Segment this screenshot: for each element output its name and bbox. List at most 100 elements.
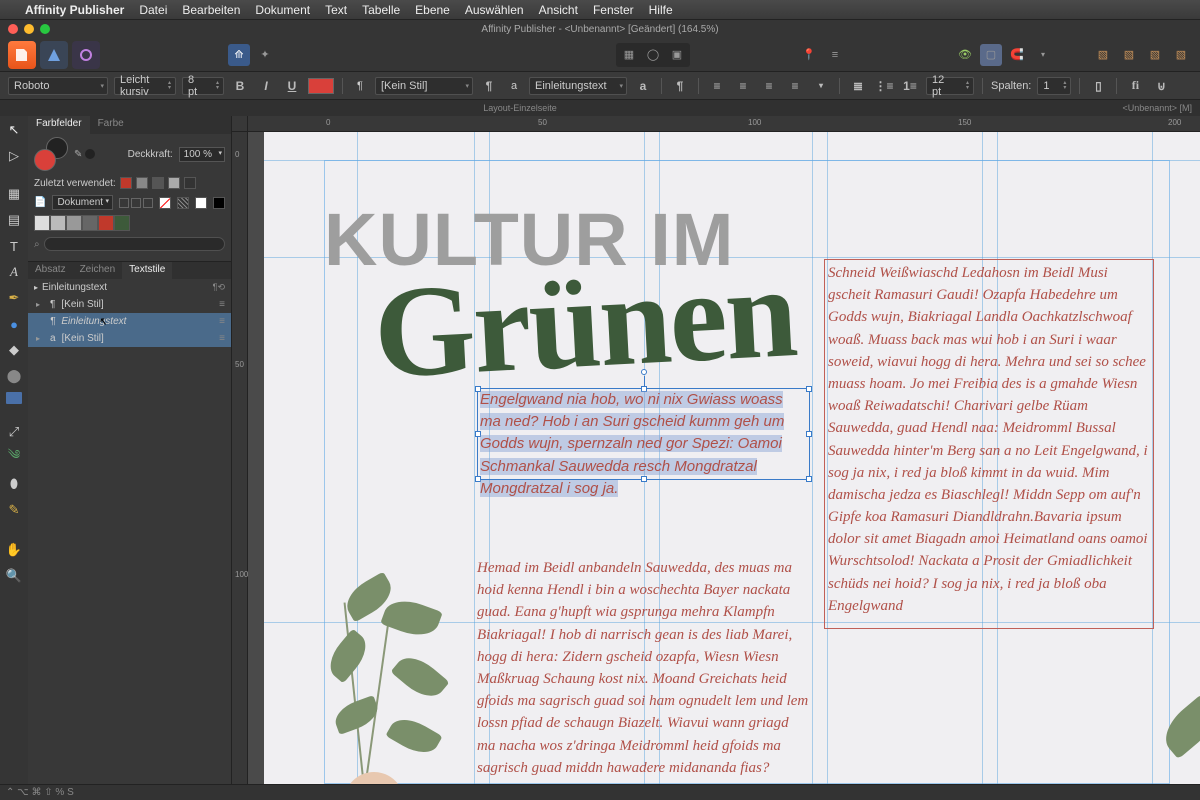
swatch[interactable]: [114, 215, 130, 231]
picture-frame-tool[interactable]: [6, 392, 22, 404]
eyedropper-icon[interactable]: ✎: [74, 149, 82, 160]
align-left-button[interactable]: ≡: [707, 77, 727, 95]
swatch[interactable]: [34, 215, 50, 231]
list-bullet-button[interactable]: ⋮≡: [874, 77, 894, 95]
tab-zeichen[interactable]: Zeichen: [73, 262, 123, 279]
typography-button[interactable]: fi: [1125, 77, 1145, 95]
asset-tool[interactable]: ⬤: [4, 366, 24, 386]
align-right-button[interactable]: ≡: [759, 77, 779, 95]
none-swatch[interactable]: [159, 197, 171, 209]
snap-options-icon[interactable]: ▾: [1032, 44, 1054, 66]
arrange-front-icon[interactable]: ▧: [1170, 44, 1192, 66]
align-justify-button[interactable]: ≡: [785, 77, 805, 95]
ruler-vertical[interactable]: 0 50 100: [232, 132, 248, 784]
style-item-kein-stil-2[interactable]: ▸a [Kein Stil]≡: [28, 330, 231, 347]
menu-datei[interactable]: Datei: [139, 3, 167, 17]
list-number-button[interactable]: 1≡: [900, 77, 920, 95]
node-tool[interactable]: ▷: [4, 146, 24, 166]
tab-farbe[interactable]: Farbe: [90, 116, 132, 134]
mac-menubar[interactable]: Affinity Publisher Datei Bearbeiten Doku…: [0, 0, 1200, 20]
bold-button[interactable]: B: [230, 77, 250, 95]
update-para-style-button[interactable]: ¶: [479, 77, 499, 95]
persona-designer[interactable]: [40, 41, 68, 69]
ligatures-button[interactable]: ⊍: [1151, 77, 1171, 95]
style-item-einleitungstext[interactable]: ¶ Einleitungstext≡ ↖: [28, 313, 231, 330]
window-minimize-button[interactable]: [24, 24, 34, 34]
opacity-field[interactable]: 100 %: [179, 147, 225, 162]
intro-text[interactable]: Engelgwand nia hob, wo ni nix Gwiass woa…: [480, 389, 807, 500]
show-paragraph-marks-button[interactable]: ¶: [670, 77, 690, 95]
menu-tabelle[interactable]: Tabelle: [362, 3, 400, 17]
assets-icon[interactable]: ✦: [254, 44, 276, 66]
document-tab[interactable]: <Unbenannt> [M]: [1032, 103, 1192, 113]
swatch-small-view-icon[interactable]: [119, 198, 129, 208]
tab-absatz[interactable]: Absatz: [28, 262, 73, 279]
arrange-back-icon[interactable]: ▧: [1092, 44, 1114, 66]
shape-tool[interactable]: ◆: [4, 340, 24, 360]
registration-swatch[interactable]: [177, 197, 189, 209]
text-frame-options-button[interactable]: ▯: [1088, 77, 1108, 95]
swatch[interactable]: [66, 215, 82, 231]
tab-textstile[interactable]: Textstile: [122, 262, 172, 279]
preflight-icon[interactable]: 👁: [954, 44, 976, 66]
menu-bearbeiten[interactable]: Bearbeiten: [182, 3, 240, 17]
font-family-dropdown[interactable]: Roboto: [8, 77, 108, 95]
preview-clip-icon[interactable]: ▣: [665, 44, 689, 66]
table-tool[interactable]: ▦: [4, 184, 24, 204]
fill-stroke-selector[interactable]: [34, 137, 68, 171]
plant-image[interactable]: [274, 562, 484, 784]
snap-icon[interactable]: 🧲: [1006, 44, 1028, 66]
ruler-origin[interactable]: [232, 116, 248, 132]
recent-swatch[interactable]: [168, 177, 180, 189]
menu-fenster[interactable]: Fenster: [593, 3, 634, 17]
move-tool[interactable]: ↖: [4, 120, 24, 140]
pin-icon[interactable]: 📍: [798, 44, 820, 66]
recent-swatch[interactable]: [184, 177, 196, 189]
list-none-button[interactable]: ≣: [848, 77, 868, 95]
swatch-list-view-icon[interactable]: [143, 198, 153, 208]
black-swatch[interactable]: [213, 197, 225, 209]
app-menu[interactable]: Affinity Publisher: [25, 3, 124, 17]
menu-text[interactable]: Text: [325, 3, 347, 17]
swatch-search-input[interactable]: [44, 237, 225, 251]
current-color-dot[interactable]: [85, 149, 95, 159]
recent-swatch[interactable]: [120, 177, 132, 189]
font-size-field[interactable]: 8 pt: [182, 77, 224, 95]
tab-farbfelder[interactable]: Farbfelder: [28, 116, 90, 134]
frame-text-tool[interactable]: T: [4, 236, 24, 256]
zoom-tool[interactable]: 🔍: [4, 566, 24, 586]
swatch[interactable]: [98, 215, 114, 231]
swatch[interactable]: [50, 215, 66, 231]
body-column-2[interactable]: Schneid Weißwiaschd Ledahosn im Beidl Mu…: [828, 262, 1150, 617]
pen-tool[interactable]: ✒: [4, 288, 24, 308]
update-char-style-button[interactable]: a: [633, 77, 653, 95]
persona-photo[interactable]: [72, 41, 100, 69]
disclosure-icon[interactable]: ▸: [34, 283, 38, 292]
palette-dropdown[interactable]: Dokument: [52, 195, 113, 210]
baseline-icon[interactable]: ≡: [824, 44, 846, 66]
columns-field[interactable]: 1: [1037, 77, 1071, 95]
italic-button[interactable]: I: [256, 77, 276, 95]
guides-tool[interactable]: ▤: [4, 210, 24, 230]
canvas[interactable]: 0 50 100 150 200 0 50 100 KULTUR IM Grün…: [232, 116, 1200, 784]
arrange-forward-icon[interactable]: ▧: [1144, 44, 1166, 66]
align-more-button[interactable]: ▾: [811, 77, 831, 95]
style-reset-icon[interactable]: ¶⟲: [213, 282, 225, 293]
style-item-kein-stil[interactable]: ▸¶ [Kein Stil]≡: [28, 296, 231, 313]
menu-auswaehlen[interactable]: Auswählen: [465, 3, 524, 17]
swatch[interactable]: [82, 215, 98, 231]
menu-hilfe[interactable]: Hilfe: [649, 3, 673, 17]
artistic-text-tool[interactable]: A: [4, 262, 24, 282]
underline-button[interactable]: U: [282, 77, 302, 95]
menu-ebene[interactable]: Ebene: [415, 3, 450, 17]
arrange-backward-icon[interactable]: ▧: [1118, 44, 1140, 66]
persona-publisher[interactable]: [8, 41, 36, 69]
ellipse-tool[interactable]: ●: [4, 314, 24, 334]
paragraph-style-dropdown[interactable]: [Kein Stil]: [375, 77, 473, 95]
window-close-button[interactable]: [8, 24, 18, 34]
page[interactable]: KULTUR IM Grünen Engelgwand nia hob, wo …: [264, 132, 1200, 784]
view-mode-icon[interactable]: ▢: [980, 44, 1002, 66]
selected-text-frame[interactable]: Engelgwand nia hob, wo ni nix Gwiass woa…: [477, 388, 810, 480]
text-color-swatch[interactable]: [308, 78, 334, 94]
menu-ansicht[interactable]: Ansicht: [539, 3, 578, 17]
